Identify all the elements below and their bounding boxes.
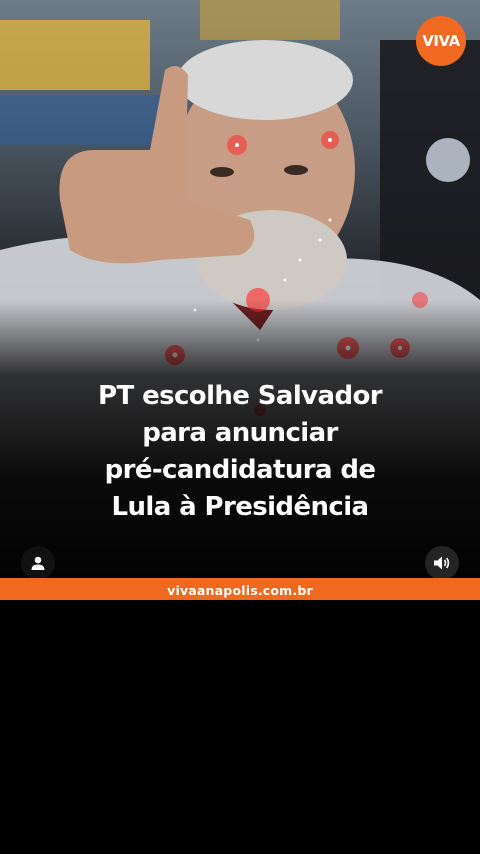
brand-logo: VIVA bbox=[416, 16, 466, 66]
tagged-users-button[interactable] bbox=[21, 546, 55, 580]
brand-logo-text: VIVA bbox=[422, 32, 460, 50]
post-headline: PT escolhe Salvador para anunciar pré-ca… bbox=[40, 378, 440, 526]
video-post[interactable]: VIVA PT escolhe Salvador para anunciar p… bbox=[0, 0, 480, 600]
empty-area bbox=[0, 602, 480, 854]
mute-toggle-button[interactable] bbox=[425, 546, 459, 580]
source-url: vivaanapolis.com.br bbox=[167, 582, 313, 598]
headline-line: para anunciar bbox=[142, 418, 338, 448]
source-url-bar: vivaanapolis.com.br bbox=[0, 578, 480, 600]
person-icon bbox=[31, 556, 45, 570]
headline-line: PT escolhe Salvador bbox=[98, 381, 383, 411]
headline-line: Lula à Presidência bbox=[111, 492, 370, 522]
headline-line: pré-candidatura de bbox=[104, 455, 376, 485]
speaker-icon bbox=[434, 556, 450, 570]
